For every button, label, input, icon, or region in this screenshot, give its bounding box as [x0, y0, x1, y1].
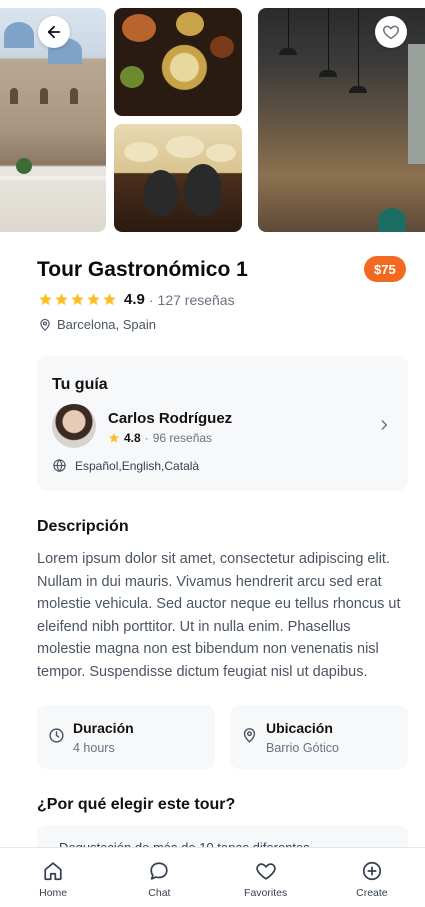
nav-create-label: Create: [356, 887, 388, 899]
nav-chat-label: Chat: [148, 887, 171, 899]
review-count: 127 reseñas: [157, 291, 235, 308]
home-icon: [44, 862, 62, 881]
rating-stars: [38, 292, 117, 307]
gallery-photo-food-plates[interactable]: [114, 8, 242, 116]
guide-name: Carlos Rodríguez: [108, 410, 233, 427]
star-icon: [39, 293, 52, 306]
photo-gallery[interactable]: [0, 0, 425, 240]
tour-location: Barcelona, Spain: [38, 317, 156, 332]
star-icon: [55, 293, 68, 306]
favorite-button[interactable]: [375, 16, 407, 48]
guide-rating: 4.8 · 96 reseñas: [108, 431, 212, 445]
guide-card[interactable]: Tu guía Carlos Rodríguez 4.8 · 96 reseña…: [37, 356, 408, 491]
star-icon: [87, 293, 100, 306]
guide-review-count: 96 reseñas: [152, 431, 213, 445]
heart-icon: [255, 863, 276, 880]
duration-label: Duración: [73, 720, 134, 736]
heart-icon: [383, 25, 399, 40]
nav-create[interactable]: Create: [319, 848, 425, 907]
guide-heading: Tu guía: [52, 376, 108, 393]
tour-rating: 4.9 · 127 reseñas: [38, 291, 235, 308]
location-text: Barcelona, Spain: [57, 317, 157, 332]
star-icon: [109, 433, 119, 443]
globe-icon: [53, 459, 66, 472]
map-pin-icon: [40, 318, 50, 331]
guide-rating-value: 4.8: [124, 431, 141, 445]
arrow-left-icon: [47, 25, 61, 39]
location-value: Barrio Gótico: [266, 741, 339, 755]
location-card: Ubicación Barrio Gótico: [230, 705, 408, 769]
rating-value: 4.9: [124, 291, 145, 308]
description-heading: Descripción: [37, 518, 129, 535]
guide-languages: Español,English,Català: [52, 458, 199, 473]
nav-chat[interactable]: Chat: [106, 848, 212, 907]
duration-card: Duración 4 hours: [37, 705, 215, 769]
why-heading: ¿Por qué elegir este tour?: [37, 796, 236, 813]
star-icon: [103, 293, 116, 306]
location-label: Ubicación: [266, 720, 333, 736]
price-badge: $75: [364, 256, 406, 282]
tour-title: Tour Gastronómico 1: [37, 258, 248, 281]
chat-bubble-icon: [150, 862, 169, 880]
bottom-nav: Home Chat Favorites Create: [0, 847, 425, 907]
duration-value: 4 hours: [73, 741, 115, 755]
nav-home[interactable]: Home: [0, 848, 106, 907]
back-button[interactable]: [38, 16, 70, 48]
chevron-right-icon[interactable]: [377, 418, 391, 432]
clock-icon: [49, 728, 64, 743]
map-pin-icon: [243, 728, 256, 743]
nav-home-label: Home: [39, 887, 68, 899]
nav-favorites[interactable]: Favorites: [213, 848, 319, 907]
languages-text: Español,English,Català: [75, 458, 200, 473]
guide-avatar: [52, 404, 96, 448]
rating-separator: ·: [148, 291, 154, 308]
nav-favorites-label: Favorites: [244, 887, 288, 899]
star-icon: [71, 293, 84, 306]
description-text: Lorem ipsum dolor sit amet, consectetur …: [37, 551, 401, 680]
plus-circle-icon: [362, 861, 381, 881]
guide-rating-separator: ·: [144, 431, 149, 445]
gallery-photo-figs-dessert[interactable]: [114, 124, 242, 232]
